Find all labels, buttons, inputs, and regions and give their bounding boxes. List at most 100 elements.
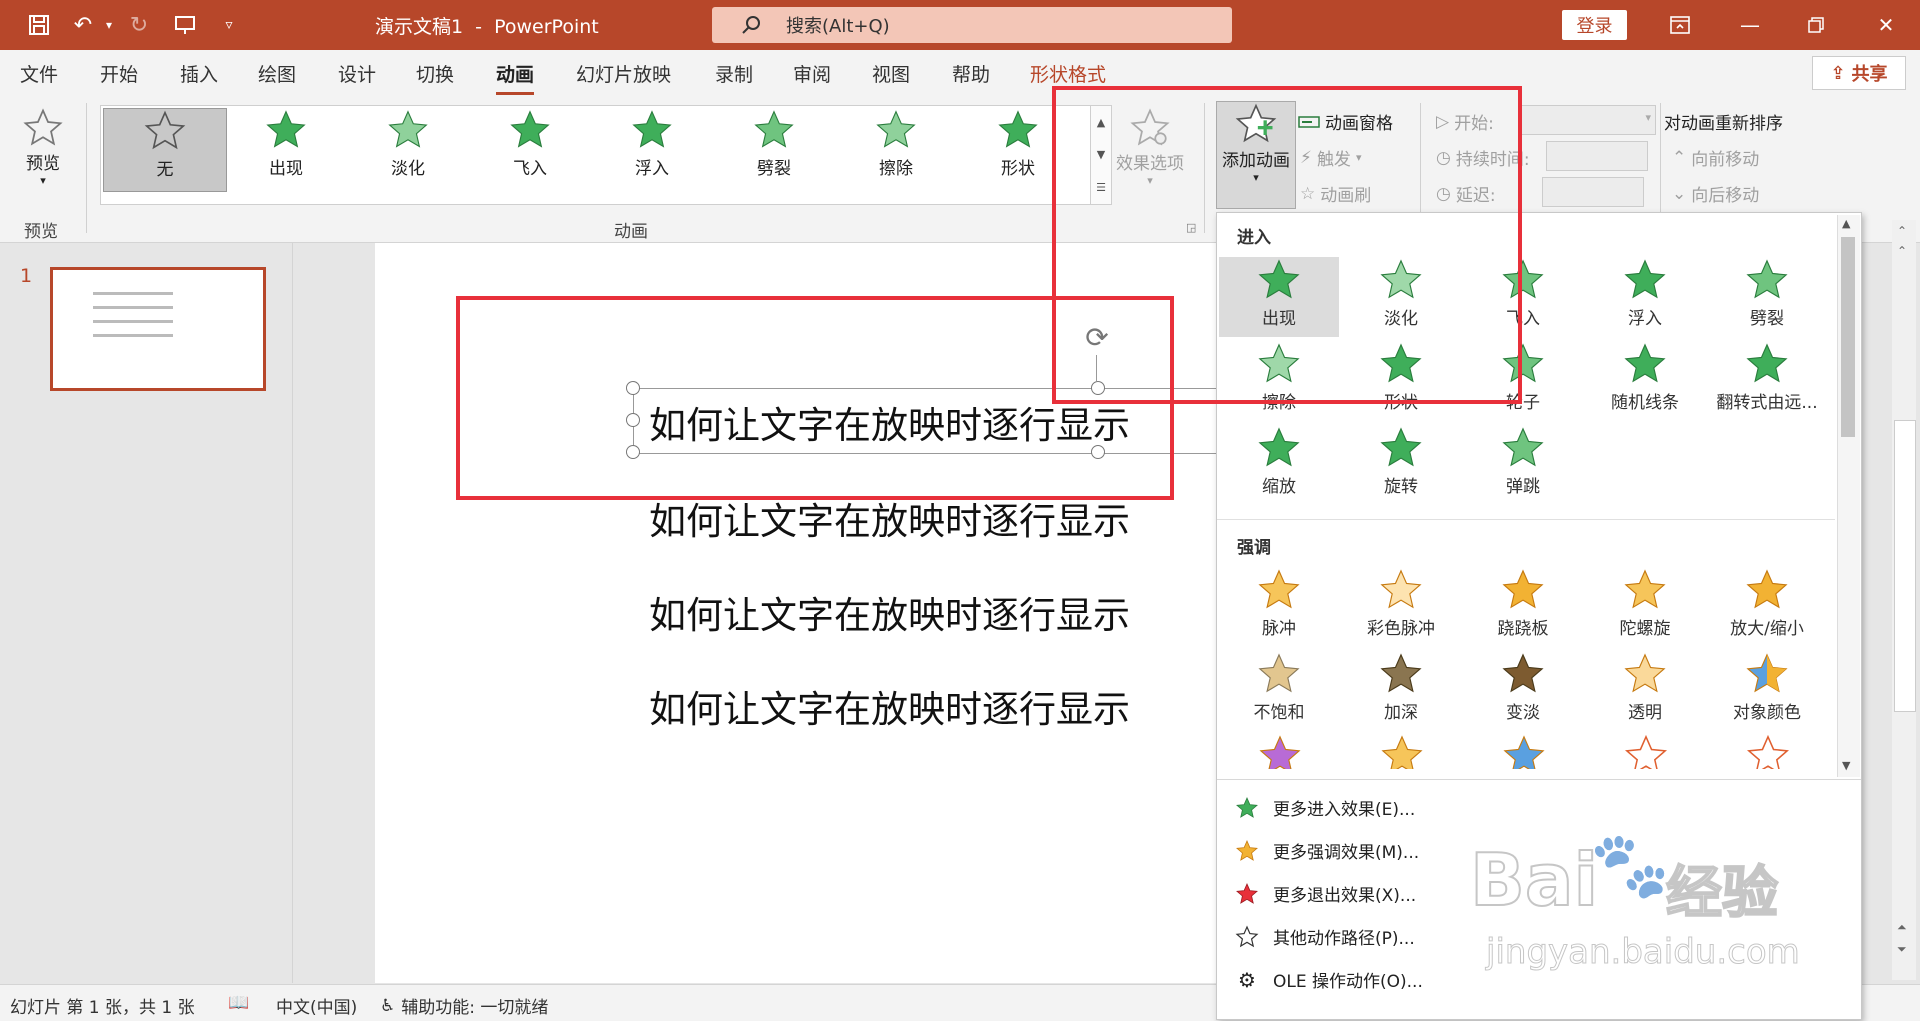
star-green-icon: [1624, 259, 1666, 299]
star-gold-icon: [1746, 569, 1788, 609]
effect-enter-swivel[interactable]: 旋转: [1341, 425, 1461, 505]
language-status[interactable]: 中文(中国): [276, 993, 357, 1018]
effect-emphasis-spin[interactable]: 陀螺旋: [1585, 567, 1705, 647]
ribbon-display-icon[interactable]: [1660, 8, 1700, 42]
more-entrance-label: 更多进入效果(E)...: [1273, 800, 1416, 820]
tab-draw[interactable]: 绘图: [258, 60, 296, 87]
slide-thumbnail[interactable]: [50, 267, 266, 391]
star-gold-icon: [1258, 569, 1300, 609]
preview-button[interactable]: 预览 ▾: [14, 107, 72, 195]
effect-enter-random-bars[interactable]: 随机线条: [1585, 341, 1705, 421]
effect-enter-grow-turn[interactable]: 翻转式由远...: [1707, 341, 1827, 421]
tab-home[interactable]: 开始: [100, 60, 138, 87]
star-outline-small-icon: [1235, 925, 1259, 947]
ole-action-verbs[interactable]: ⚙ OLE 操作动作(O)...: [1235, 967, 1423, 993]
gallery-wipe-label: 擦除: [879, 159, 913, 179]
move-earlier-button[interactable]: ⌃ 向前移动: [1672, 145, 1759, 171]
next-slide-icon[interactable]: ⏷: [1897, 942, 1907, 957]
document-title: 演示文稿1 - PowerPoint: [375, 16, 599, 38]
spellcheck-icon[interactable]: 📖: [228, 993, 249, 1013]
effect-enter-zoom[interactable]: 缩放: [1219, 425, 1339, 505]
prev-slide-icon[interactable]: ⏶: [1897, 920, 1907, 935]
accessibility-status[interactable]: ♿ 辅助功能: 一切就绪: [380, 993, 548, 1019]
more-motion-paths[interactable]: 其他动作路径(P)...: [1235, 924, 1415, 949]
ribbon-tabs: 文件 开始 插入 绘图 设计 切换 动画 幻灯片放映 录制 审阅 视图 帮助 形…: [0, 50, 1920, 95]
effects-scrollbar[interactable]: ▲ ▼: [1837, 215, 1860, 777]
effect-label: 加深: [1384, 703, 1418, 723]
tab-animations[interactable]: 动画: [496, 60, 535, 95]
slide-info: 幻灯片 第 1 张，共 1 张: [10, 998, 195, 1018]
more-exit-effects[interactable]: 更多退出效果(X)...: [1235, 881, 1416, 906]
save-icon[interactable]: [24, 10, 54, 40]
tab-slideshow[interactable]: 幻灯片放映: [576, 60, 671, 87]
star-font-icon[interactable]: [1745, 733, 1791, 769]
redo-icon[interactable]: ↻: [124, 10, 154, 40]
reorder-title: 对动画重新排序: [1664, 114, 1783, 134]
effect-enter-bounce[interactable]: 弹跳: [1463, 425, 1583, 505]
gallery-float-in-label: 浮入: [635, 159, 669, 179]
star-font-icon[interactable]: [1623, 733, 1669, 769]
star-gold-icon[interactable]: [1379, 733, 1425, 769]
tab-design[interactable]: 设计: [338, 60, 376, 87]
star-blue-icon[interactable]: [1501, 733, 1547, 769]
effect-emphasis-darken[interactable]: 加深: [1341, 651, 1461, 731]
tab-insert[interactable]: 插入: [180, 60, 218, 87]
close-icon[interactable]: ✕: [1866, 8, 1906, 42]
tab-view[interactable]: 视图: [872, 60, 910, 87]
tab-file[interactable]: 文件: [20, 60, 58, 87]
gallery-float-in[interactable]: 浮入: [591, 108, 713, 190]
animation-group-label: 动画: [614, 222, 648, 242]
scroll-up-icon[interactable]: ⌃: [1897, 224, 1907, 238]
restore-icon[interactable]: [1796, 8, 1836, 42]
effect-emphasis-transparency[interactable]: 透明: [1585, 651, 1705, 731]
effect-emphasis-grow-shrink[interactable]: 放大/缩小: [1707, 567, 1827, 647]
tab-help[interactable]: 帮助: [952, 60, 990, 87]
scroll-up-icon[interactable]: ⌃: [1897, 244, 1907, 258]
gallery-fly-in[interactable]: 飞入: [469, 108, 591, 190]
undo-dropdown-icon[interactable]: ▾: [94, 10, 124, 40]
share-button[interactable]: ⇪ 共享: [1812, 56, 1906, 90]
gallery-fade[interactable]: 淡化: [347, 108, 469, 190]
slide-text-line-3[interactable]: 如何让文字在放映时逐行显示: [649, 585, 1130, 639]
effect-emphasis-object-color[interactable]: 对象颜色: [1707, 651, 1827, 731]
customize-toolbar-icon[interactable]: ▿: [214, 10, 244, 40]
effect-emphasis-pulse[interactable]: 脉冲: [1219, 567, 1339, 647]
tab-transitions[interactable]: 切换: [416, 60, 454, 87]
tab-review[interactable]: 审阅: [793, 60, 831, 87]
gallery-none[interactable]: 无: [103, 108, 227, 192]
preview-star-icon: [23, 108, 63, 146]
star-gold-icon: [1502, 653, 1544, 693]
start-from-beginning-icon[interactable]: [170, 10, 200, 40]
gallery-split[interactable]: 劈裂: [713, 108, 835, 190]
slide-thumbnail-panel: 1: [0, 243, 293, 983]
slide-text-line-4[interactable]: 如何让文字在放映时逐行显示: [649, 679, 1130, 733]
scroll-up-icon[interactable]: ▲: [1842, 217, 1850, 230]
start-select[interactable]: ▾: [1520, 105, 1656, 135]
gallery-fly-in-label: 飞入: [513, 159, 547, 179]
star-green-icon: [1258, 427, 1300, 467]
search-box[interactable]: 搜索(Alt+Q): [712, 7, 1232, 43]
gallery-appear[interactable]: 出现: [225, 108, 347, 190]
effect-emphasis-teeter[interactable]: 跷跷板: [1463, 567, 1583, 647]
tab-shape-format[interactable]: 形状格式: [1030, 60, 1106, 87]
effect-emphasis-lighten[interactable]: 变淡: [1463, 651, 1583, 731]
gallery-wipe[interactable]: 擦除: [835, 108, 957, 190]
move-later-label: 向后移动: [1691, 186, 1760, 206]
effect-emphasis-desaturate[interactable]: 不饱和: [1219, 651, 1339, 731]
search-placeholder: 搜索(Alt+Q): [786, 16, 890, 37]
move-later-button[interactable]: ⌄ 向后移动: [1672, 181, 1760, 207]
effect-enter-split[interactable]: 劈裂: [1707, 257, 1827, 337]
effect-enter-float-in[interactable]: 浮入: [1585, 257, 1705, 337]
star-purple-icon[interactable]: [1257, 733, 1303, 769]
scroll-down-icon[interactable]: ▼: [1842, 759, 1850, 772]
more-emphasis-effects[interactable]: 更多强调效果(M)...: [1235, 838, 1419, 863]
duration-input[interactable]: [1546, 141, 1648, 171]
effect-emphasis-color-pulse[interactable]: 彩色脉冲: [1341, 567, 1461, 647]
more-entrance-effects[interactable]: 更多进入效果(E)...: [1235, 795, 1415, 820]
minimize-icon[interactable]: —: [1730, 8, 1770, 42]
main-vertical-scrollbar[interactable]: ⌃ ⌃ ⏶ ⏷: [1892, 220, 1916, 980]
star-fly-in-icon: [510, 110, 550, 148]
login-button[interactable]: 登录: [1562, 10, 1627, 40]
tab-record[interactable]: 录制: [715, 60, 753, 87]
delay-input[interactable]: [1542, 177, 1644, 207]
